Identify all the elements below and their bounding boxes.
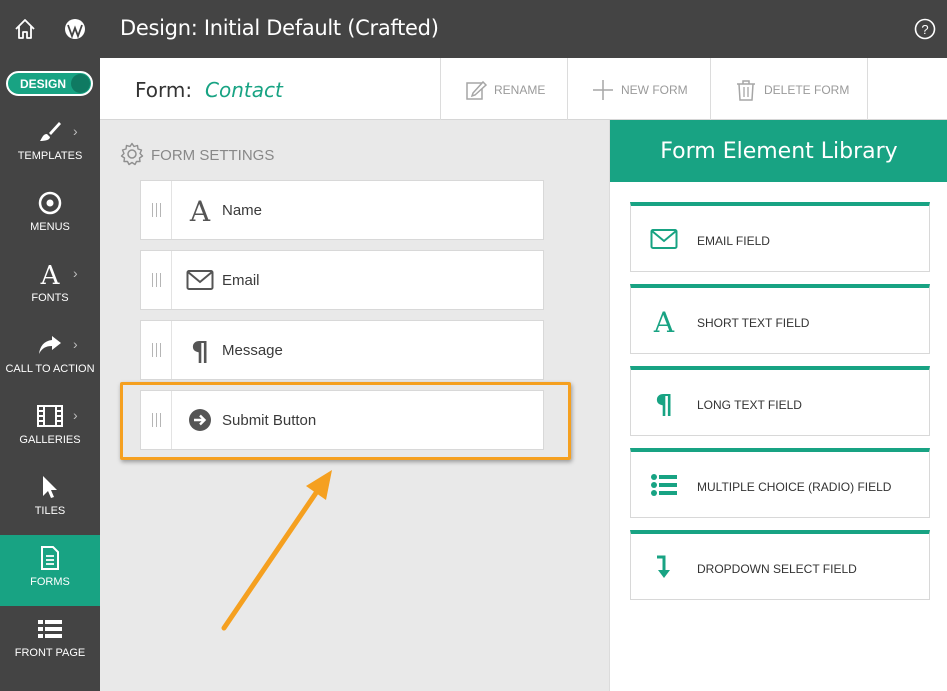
- grip-icon: [152, 203, 161, 217]
- library-item-email-field[interactable]: EMAIL FIELD: [630, 202, 930, 272]
- library-item-dropdown-select-field[interactable]: DROPDOWN SELECT FIELD: [630, 530, 930, 600]
- drag-handle[interactable]: [141, 181, 172, 239]
- chevron-right-icon: ›: [73, 336, 78, 352]
- brush-icon: [40, 122, 61, 141]
- form-field-row[interactable]: ¶ Message: [140, 320, 544, 380]
- list-bullets-icon: [651, 474, 677, 496]
- new-form-button[interactable]: NEW FORM: [567, 58, 710, 120]
- field-label: Email: [222, 272, 260, 289]
- help-icon[interactable]: ?: [913, 17, 937, 41]
- cursor-icon: [43, 476, 57, 498]
- svg-text:A: A: [653, 308, 675, 334]
- library-item-long-text-field[interactable]: ¶ LONG TEXT FIELD: [630, 366, 930, 436]
- design-toggle-label: DESIGN: [20, 77, 67, 91]
- sidebar-item-label: GALLERIES: [19, 434, 81, 446]
- chevron-right-icon: ›: [73, 407, 78, 423]
- envelope-icon: [186, 270, 214, 290]
- grip-icon: [152, 273, 161, 287]
- font-icon: A: [653, 308, 675, 334]
- toggle-knob: [71, 74, 90, 93]
- field-label: Name: [222, 202, 263, 219]
- sidebar-item-label: TEMPLATES: [17, 150, 83, 162]
- sidebar: DESIGN › TEMPLATES MENUS A › FONTS › CAL…: [0, 58, 100, 691]
- delete-form-label: DELETE FORM: [764, 83, 850, 97]
- font-icon: A: [40, 261, 61, 287]
- form-label: Form:: [135, 78, 193, 102]
- grip-icon: [152, 343, 161, 357]
- form-field-row[interactable]: Email: [140, 250, 544, 310]
- sidebar-item-front-page[interactable]: FRONT PAGE: [0, 606, 100, 677]
- envelope-icon: [650, 229, 678, 249]
- library-item-label: EMAIL FIELD: [697, 234, 770, 248]
- home-icon[interactable]: [13, 17, 37, 41]
- library-item-label: DROPDOWN SELECT FIELD: [697, 562, 857, 576]
- form-name[interactable]: Contact: [205, 78, 283, 102]
- sidebar-item-fonts[interactable]: A › FONTS: [0, 251, 100, 322]
- plus-icon: [593, 80, 613, 100]
- sidebar-item-tiles[interactable]: TILES: [0, 464, 100, 535]
- form-element-library: Form Element Library EMAIL FIELD A SHORT…: [609, 120, 947, 691]
- rename-button[interactable]: RENAME: [440, 58, 567, 120]
- sidebar-item-forms[interactable]: FORMS: [0, 535, 100, 606]
- wordpress-icon[interactable]: [63, 17, 87, 41]
- library-header: Form Element Library: [610, 120, 947, 182]
- paragraph-icon: ¶: [655, 390, 673, 416]
- chevron-right-icon: ›: [73, 123, 78, 139]
- list-icon: [38, 620, 62, 638]
- field-label: Message: [222, 342, 283, 359]
- sidebar-item-galleries[interactable]: › GALLERIES: [0, 393, 100, 464]
- drag-handle[interactable]: [141, 321, 172, 379]
- film-icon: [37, 405, 63, 427]
- library-title: Form Element Library: [660, 139, 898, 164]
- new-form-label: NEW FORM: [621, 83, 688, 97]
- compass-icon: [38, 191, 62, 215]
- sidebar-item-label: FONTS: [31, 292, 69, 304]
- paragraph-icon: ¶: [191, 337, 209, 363]
- page-title: Design: Initial Default (Crafted): [120, 16, 439, 40]
- document-icon: [41, 546, 59, 570]
- edit-icon: [466, 80, 487, 100]
- sidebar-item-call-to-action[interactable]: › CALL TO ACTION: [0, 322, 100, 393]
- highlight-annotation: [120, 382, 571, 460]
- svg-text:¶: ¶: [655, 390, 673, 416]
- form-settings-label: FORM SETTINGS: [151, 147, 275, 164]
- form-toolbar: Form: Contact RENAME NEW FORM DELETE FOR…: [100, 58, 947, 120]
- arrow-down-icon: [657, 555, 670, 578]
- rename-label: RENAME: [494, 83, 546, 97]
- svg-text:A: A: [189, 197, 211, 223]
- chevron-right-icon: ›: [73, 265, 78, 281]
- sidebar-item-menus[interactable]: MENUS: [0, 180, 100, 251]
- sidebar-item-label: MENUS: [30, 221, 70, 233]
- svg-text:A: A: [40, 261, 61, 287]
- library-item-multiple-choice-field[interactable]: MULTIPLE CHOICE (RADIO) FIELD: [630, 448, 930, 518]
- library-item-short-text-field[interactable]: A SHORT TEXT FIELD: [630, 284, 930, 354]
- trash-icon: [737, 80, 755, 101]
- sidebar-item-label: FRONT PAGE: [14, 647, 86, 659]
- drag-handle[interactable]: [141, 251, 172, 309]
- design-toggle[interactable]: DESIGN: [6, 71, 93, 96]
- delete-form-button[interactable]: DELETE FORM: [710, 58, 868, 120]
- share-arrow-icon: [39, 336, 61, 354]
- sidebar-item-label: FORMS: [30, 576, 70, 588]
- form-field-row[interactable]: A Name: [140, 180, 544, 240]
- library-item-label: LONG TEXT FIELD: [697, 398, 802, 412]
- svg-text:?: ?: [921, 22, 928, 37]
- gear-icon: [120, 142, 144, 166]
- library-item-label: SHORT TEXT FIELD: [697, 316, 810, 330]
- font-icon: A: [189, 197, 211, 223]
- top-bar: Design: Initial Default (Crafted) ?: [0, 0, 947, 58]
- sidebar-item-label: TILES: [34, 505, 66, 517]
- sidebar-item-templates[interactable]: › TEMPLATES: [0, 109, 100, 180]
- arrow-annotation: [221, 470, 332, 631]
- svg-text:¶: ¶: [191, 337, 209, 363]
- library-item-label: MULTIPLE CHOICE (RADIO) FIELD: [697, 480, 892, 494]
- sidebar-item-label: CALL TO ACTION: [5, 363, 95, 375]
